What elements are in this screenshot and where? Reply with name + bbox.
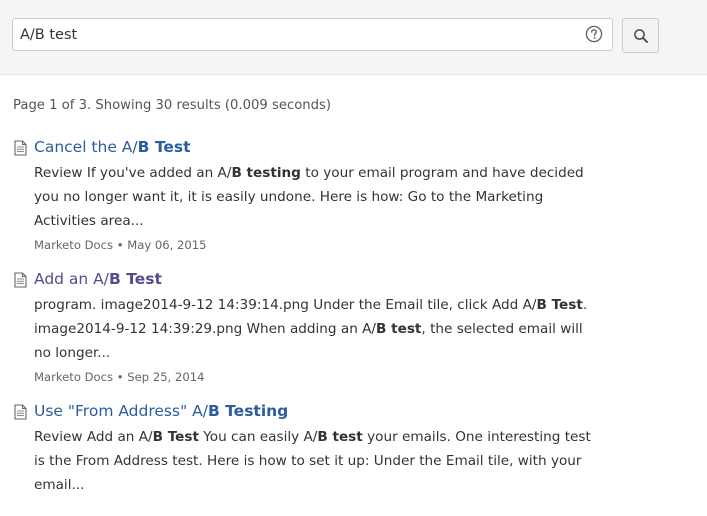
result-snippet: Review Add an A/B Test You can easily A/…	[34, 425, 594, 497]
highlighted-term: B Test	[109, 270, 162, 288]
highlighted-term: B Test	[536, 297, 583, 313]
highlighted-term: B Testing	[207, 402, 289, 420]
text-span: You can easily A/	[198, 429, 318, 445]
highlighted-term: B test	[317, 429, 363, 445]
result-title-link[interactable]: Add an A/B Test	[34, 267, 703, 291]
search-button[interactable]	[622, 18, 659, 53]
document-icon	[14, 272, 27, 288]
text-span: Use "From Address" A/	[34, 402, 208, 420]
search-result: Use "From Address" A/B Testing Review Add…	[13, 399, 703, 497]
result-snippet: program. image2014-9-12 14:39:14.png Und…	[34, 293, 594, 365]
text-span: Add an A/	[34, 270, 110, 288]
text-span: Review If you've added an A/	[34, 165, 232, 181]
result-title-link[interactable]: Use "From Address" A/B Testing	[34, 399, 703, 423]
search-field[interactable]	[12, 18, 613, 51]
search-input[interactable]	[13, 19, 580, 50]
search-header	[0, 0, 707, 75]
result-snippet: Review If you've added an A/B testing to…	[34, 161, 594, 233]
result-meta: Marketo Docs • May 06, 2015	[34, 238, 207, 252]
highlighted-term: B Test	[152, 429, 199, 445]
search-result: Add an A/B Test program. image2014-9-12 1…	[13, 267, 703, 386]
document-icon	[14, 404, 27, 420]
result-meta: Marketo Docs • Sep 25, 2014	[34, 370, 205, 384]
highlighted-term: B Test	[137, 138, 191, 156]
search-icon	[633, 28, 648, 43]
question-circle-icon[interactable]	[585, 25, 603, 43]
text-span: Cancel the A/	[34, 138, 138, 156]
text-span: Review Add an A/	[34, 429, 153, 445]
document-icon	[14, 140, 27, 156]
results-list: Cancel the A/B Test Review If you've adde…	[13, 135, 703, 510]
highlighted-term: B testing	[231, 165, 301, 181]
highlighted-term: B test	[376, 321, 422, 337]
results-summary: Page 1 of 3. Showing 30 results (0.009 s…	[13, 98, 332, 113]
search-result: Cancel the A/B Test Review If you've adde…	[13, 135, 703, 254]
result-title-link[interactable]: Cancel the A/B Test	[34, 135, 703, 159]
text-span: program. image2014-9-12 14:39:14.png Und…	[34, 297, 537, 313]
